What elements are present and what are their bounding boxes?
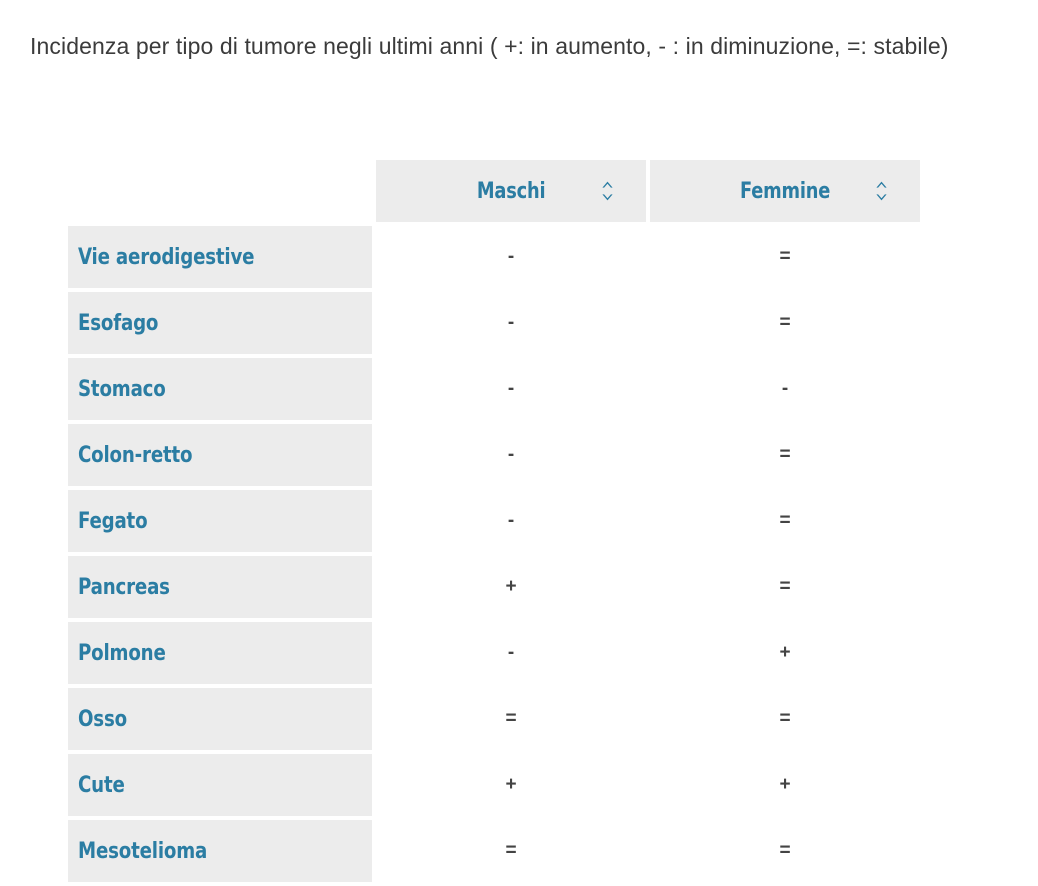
row-label: Vie aerodigestive [78,244,255,270]
cell-value-maschi: = [376,820,646,882]
cell-value-maschi: - [376,292,646,354]
cell-value-maschi: = [376,688,646,750]
cell-value-maschi: - [376,490,646,552]
cell-value-femmine: + [650,754,920,816]
table-row: Esofago - = [68,292,948,354]
row-label: Cute [78,772,125,798]
table-row: Pancreas + = [68,556,948,618]
cell-value-femmine: = [650,490,920,552]
row-label: Colon-retto [78,442,193,468]
cell-value-femmine: = [650,556,920,618]
row-label-cell: Osso [68,688,372,750]
row-label: Stomaco [78,376,166,402]
table-body: Vie aerodigestive - = Esofago - = Stomaco - - Col… [68,226,948,882]
column-header-femmine[interactable]: Femmine [650,160,920,222]
row-label-cell: Cute [68,754,372,816]
row-label-cell: Stomaco [68,358,372,420]
cell-value-maschi: + [376,556,646,618]
table-row: Cute + + [68,754,948,816]
table-header-row: Maschi Femmine [68,160,948,222]
row-label: Mesotelioma [78,838,208,864]
row-label-cell: Esofago [68,292,372,354]
table-row: Vie aerodigestive - = [68,226,948,288]
cell-value-femmine: = [650,820,920,882]
table-row: Fegato - = [68,490,948,552]
sort-updown-icon[interactable] [601,180,614,202]
row-label: Osso [78,706,127,732]
cell-value-maschi: - [376,358,646,420]
row-label: Fegato [78,508,148,534]
row-label-cell: Pancreas [68,556,372,618]
cell-value-maschi: - [376,226,646,288]
table-row: Stomaco - - [68,358,948,420]
column-header-maschi[interactable]: Maschi [376,160,646,222]
cell-value-maschi: + [376,754,646,816]
table-row: Osso = = [68,688,948,750]
row-label-cell: Vie aerodigestive [68,226,372,288]
column-header-femmine-label: Femmine [739,178,831,204]
row-label-cell: Fegato [68,490,372,552]
row-label-cell: Polmone [68,622,372,684]
cell-value-femmine: + [650,622,920,684]
cell-value-femmine: = [650,226,920,288]
row-label: Pancreas [78,574,170,600]
table-header-corner-cell [68,160,372,222]
row-label-cell: Colon-retto [68,424,372,486]
cell-value-maschi: - [376,622,646,684]
sort-updown-icon[interactable] [875,180,888,202]
row-label-cell: Mesotelioma [68,820,372,882]
row-label: Polmone [78,640,166,666]
page-title: Incidenza per tipo di tumore negli ultim… [30,33,949,59]
table-row: Colon-retto - = [68,424,948,486]
cell-value-femmine: = [650,424,920,486]
table-row: Mesotelioma = = [68,820,948,882]
cell-value-femmine: = [650,292,920,354]
cell-value-femmine: - [650,358,920,420]
table-row: Polmone - + [68,622,948,684]
cell-value-maschi: - [376,424,646,486]
cell-value-femmine: = [650,688,920,750]
row-label: Esofago [78,310,159,336]
incidence-table: Maschi Femmine Vie aerodigestive - = Esofag… [68,160,948,886]
column-header-maschi-label: Maschi [476,178,546,204]
